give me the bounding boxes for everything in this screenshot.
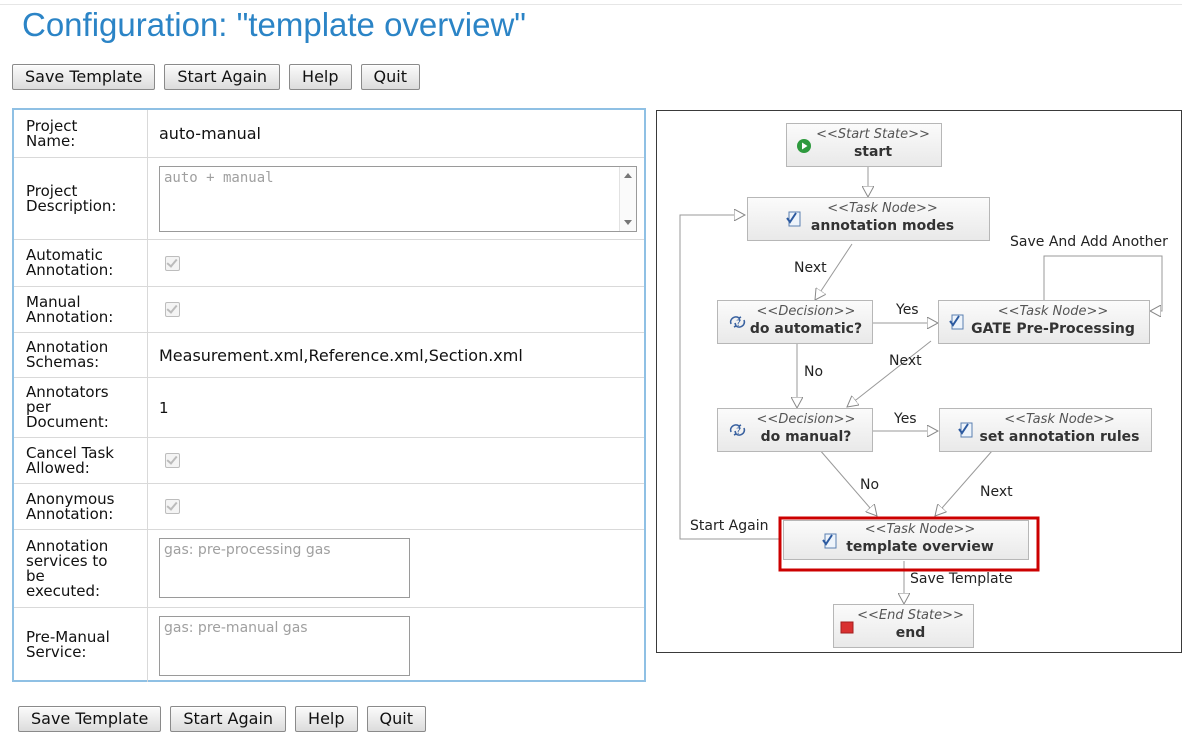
edge-gate-next bbox=[847, 340, 932, 407]
node-end-name: end bbox=[895, 625, 926, 641]
quit-button[interactable]: Quit bbox=[360, 64, 420, 90]
decision-icon: ? bbox=[729, 316, 746, 329]
node-template-overview[interactable]: <<Task Node>> template overview bbox=[783, 520, 1029, 560]
save-template-button[interactable]: Save Template bbox=[12, 64, 156, 90]
label-auto-no: No bbox=[804, 364, 824, 380]
project-description-label: Project Description: bbox=[14, 158, 148, 239]
task-node-icon bbox=[958, 422, 973, 438]
form-row-cancel-task-allowed: Cancel Task Allowed: bbox=[14, 438, 644, 484]
form-row-manual-annotation: Manual Annotation: bbox=[14, 287, 644, 333]
task-node-icon bbox=[822, 533, 837, 549]
node-gate-pre-processing-stereotype: <<Task Node>> bbox=[997, 304, 1109, 319]
node-do-automatic[interactable]: ? <<Decision>> do automatic? bbox=[717, 300, 873, 344]
configuration-form: Project Name: auto-manual Project Descri… bbox=[12, 108, 646, 682]
quit-button[interactable]: Quit bbox=[366, 706, 426, 732]
anonymous-annotation-checkbox[interactable] bbox=[165, 499, 180, 514]
svg-text:?: ? bbox=[736, 427, 741, 437]
label-gate-next: Next bbox=[889, 353, 922, 369]
task-node-icon bbox=[786, 211, 801, 227]
form-row-annotators-per-document: Annotators per Document: 1 bbox=[14, 378, 644, 438]
svg-text:?: ? bbox=[736, 319, 741, 329]
annotation-schemas-value: Measurement.xml,Reference.xml,Section.xm… bbox=[159, 345, 523, 365]
label-rules-next: Next bbox=[980, 484, 1013, 500]
node-annotation-modes[interactable]: <<Task Node>> annotation modes bbox=[747, 197, 990, 241]
node-start[interactable]: <<Start State>> start bbox=[786, 123, 942, 167]
form-row-annotation-schemas: Annotation Schemas: Measurement.xml,Refe… bbox=[14, 333, 644, 378]
annotation-services-textarea[interactable]: gas: pre-processing gas bbox=[159, 538, 410, 598]
form-row-annotation-services: Annotation services to be executed: gas:… bbox=[14, 530, 644, 608]
project-name-value: auto-manual bbox=[159, 124, 261, 143]
bottom-button-bar: Save Template Start Again Help Quit bbox=[18, 706, 426, 732]
task-node-icon bbox=[949, 314, 964, 330]
project-name-label: Project Name: bbox=[14, 110, 148, 157]
help-button[interactable]: Help bbox=[289, 64, 352, 90]
automatic-annotation-label: Automatic Annotation: bbox=[14, 240, 148, 286]
automatic-annotation-checkbox[interactable] bbox=[165, 255, 180, 271]
pre-manual-service-text: gas: pre-manual gas bbox=[164, 620, 308, 636]
node-do-manual[interactable]: ? <<Decision>> do manual? bbox=[717, 408, 873, 452]
save-template-button[interactable]: Save Template bbox=[18, 706, 162, 732]
node-annotation-modes-stereotype: <<Task Node>> bbox=[827, 201, 938, 216]
start-again-button[interactable]: Start Again bbox=[164, 64, 281, 90]
decision-icon: ? bbox=[729, 424, 746, 437]
annotation-services-label: Annotation services to be executed: bbox=[14, 530, 148, 607]
node-end-stereotype: <<End State>> bbox=[857, 608, 964, 623]
help-button[interactable]: Help bbox=[295, 706, 358, 732]
form-row-automatic-annotation: Automatic Annotation: bbox=[14, 240, 644, 287]
manual-annotation-checkbox[interactable] bbox=[165, 302, 180, 317]
top-divider bbox=[0, 4, 1182, 5]
label-modes-next: Next bbox=[794, 260, 827, 276]
page-title: Configuration: "template overview" bbox=[22, 6, 527, 43]
play-icon bbox=[797, 139, 811, 153]
label-save-template: Save Template bbox=[910, 571, 1013, 587]
pre-manual-service-textarea[interactable]: gas: pre-manual gas bbox=[159, 616, 410, 676]
node-end[interactable]: <<End State>> end bbox=[833, 604, 974, 648]
node-annotation-modes-name: annotation modes bbox=[810, 218, 955, 234]
top-button-bar: Save Template Start Again Help Quit bbox=[12, 64, 420, 90]
stop-icon bbox=[840, 621, 854, 634]
project-description-textarea[interactable]: auto + manual bbox=[159, 166, 637, 232]
annotators-per-document-label: Annotators per Document: bbox=[14, 378, 148, 437]
project-description-text: auto + manual bbox=[164, 170, 274, 186]
scroll-up-arrow-icon[interactable] bbox=[624, 173, 632, 178]
node-gate-pre-processing[interactable]: <<Task Node>> GATE Pre-Processing bbox=[938, 300, 1150, 344]
form-row-project-description: Project Description: auto + manual bbox=[14, 158, 644, 240]
description-scrollbar[interactable] bbox=[619, 167, 636, 231]
form-row-project-name: Project Name: auto-manual bbox=[14, 110, 644, 158]
label-save-and-add-another: Save And Add Another bbox=[1010, 234, 1168, 250]
start-again-button[interactable]: Start Again bbox=[170, 706, 287, 732]
node-template-overview-stereotype: <<Task Node>> bbox=[864, 522, 976, 537]
label-auto-yes: Yes bbox=[896, 302, 919, 318]
annotation-services-text: gas: pre-processing gas bbox=[164, 542, 331, 558]
cancel-task-allowed-checkbox[interactable] bbox=[165, 453, 180, 468]
label-manual-yes: Yes bbox=[894, 411, 917, 427]
annotators-per-document-value: 1 bbox=[159, 398, 169, 417]
manual-annotation-label: Manual Annotation: bbox=[14, 287, 148, 332]
label-manual-no: No bbox=[860, 477, 880, 493]
cancel-task-allowed-label: Cancel Task Allowed: bbox=[14, 438, 148, 483]
workflow-diagram: <<Start State>> start <<Task Node>> anno… bbox=[656, 110, 1182, 653]
node-gate-pre-processing-name: GATE Pre-Processing bbox=[971, 321, 1135, 337]
form-row-pre-manual-service: Pre-Manual Service: gas: pre-manual gas bbox=[14, 608, 644, 682]
anonymous-annotation-label: Anonymous Annotation: bbox=[14, 484, 148, 529]
label-start-again: Start Again bbox=[690, 518, 769, 534]
node-set-annotation-rules[interactable]: <<Task Node>> set annotation rules bbox=[939, 408, 1152, 452]
annotation-schemas-label: Annotation Schemas: bbox=[14, 333, 148, 377]
scroll-down-arrow-icon[interactable] bbox=[624, 220, 632, 225]
node-template-overview-name: template overview bbox=[846, 539, 994, 555]
pre-manual-service-label: Pre-Manual Service: bbox=[14, 608, 148, 682]
form-row-anonymous-annotation: Anonymous Annotation: bbox=[14, 484, 644, 530]
edge-start-again bbox=[679, 215, 781, 540]
